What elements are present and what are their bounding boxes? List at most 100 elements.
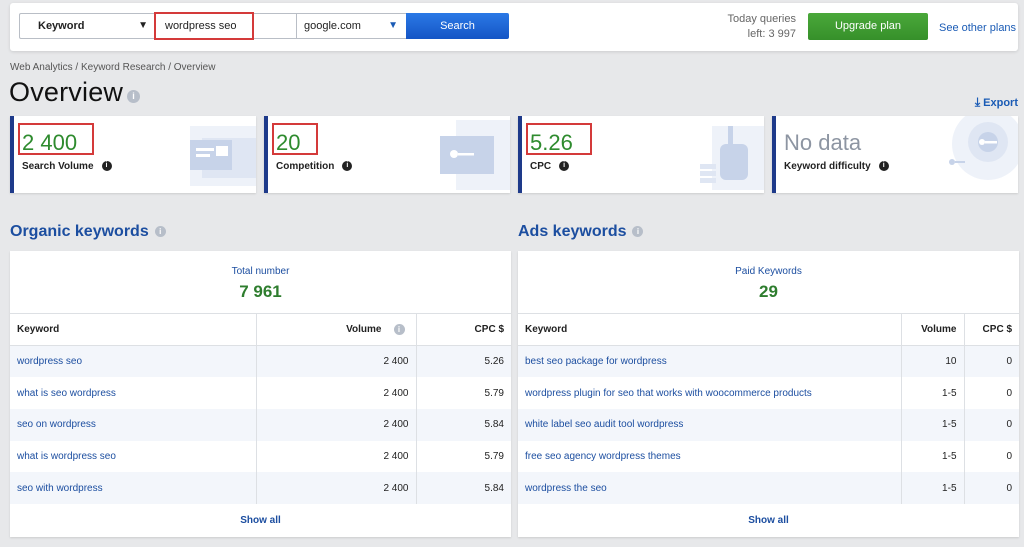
info-icon[interactable]: i [559, 161, 570, 172]
kpi-keyword-difficulty: No data Keyword difficulty i [772, 116, 1018, 193]
cpc-cell: 5.79 [415, 440, 511, 473]
table-row: wordpress seo 2 400 5.26 [10, 345, 511, 378]
table-row: seo with wordpress 2 400 5.84 [10, 472, 511, 504]
keyword-link[interactable]: best seo package for wordpress [518, 346, 901, 378]
info-icon[interactable]: i [878, 161, 889, 172]
cpc-cell: 0 [963, 408, 1019, 441]
keyword-link[interactable]: seo with wordpress [10, 472, 256, 504]
kpi-label-text: Search Volume [22, 161, 94, 172]
column-header-volume[interactable]: Volume i [255, 313, 416, 346]
cpc-cell: 5.79 [415, 377, 511, 409]
kpi-label: Competition i [276, 161, 353, 172]
info-icon[interactable]: i [101, 161, 112, 172]
kpi-label: Search Volume i [22, 161, 112, 172]
cpc-cell: 0 [963, 440, 1019, 473]
kpi-search-volume: 2 400 Search Volume i [10, 116, 256, 193]
table-row: what is seo wordpress 2 400 5.79 [10, 377, 511, 409]
keyword-link[interactable]: wordpress plugin for seo that works with… [518, 377, 901, 409]
search-type-label: Keyword [38, 20, 85, 32]
cpc-cell: 5.84 [415, 472, 511, 504]
search-input[interactable] [155, 13, 297, 39]
export-label: Export [983, 97, 1018, 109]
key-card-illustration-icon [440, 120, 510, 190]
show-all-link[interactable]: Show all [10, 515, 511, 526]
kpi-label-text: Competition [276, 161, 335, 172]
chevron-down-icon: ▼ [138, 20, 148, 31]
volume-header-text: Volume [346, 324, 382, 336]
highlight-box [18, 123, 94, 155]
keyword-link[interactable]: wordpress the seo [518, 472, 901, 504]
hand-coins-illustration-icon [700, 126, 764, 190]
kpi-label-text: CPC [530, 161, 552, 172]
column-header-cpc[interactable]: CPC $ [963, 313, 1019, 346]
volume-cell: 1-5 [900, 472, 964, 504]
total-number-label: Total number [231, 266, 290, 277]
show-all-link[interactable]: Show all [518, 515, 1019, 526]
download-icon: ⤓ [974, 95, 981, 109]
table-row: what is wordpress seo 2 400 5.79 [10, 440, 511, 473]
key-target-illustration-icon [949, 116, 1018, 180]
info-icon[interactable]: i [393, 323, 405, 335]
keyword-link[interactable]: seo on wordpress [10, 409, 256, 441]
chevron-down-icon: ▼ [388, 20, 398, 31]
column-header-cpc[interactable]: CPC $ [415, 313, 511, 346]
info-icon[interactable]: i [127, 90, 140, 103]
table-row: white label seo audit tool wordpress 1-5 0 [518, 408, 1019, 441]
info-icon[interactable]: i [632, 226, 644, 238]
page-title: Overview [9, 77, 124, 107]
queries-remaining: Today queries left: 3 997 [728, 12, 797, 42]
volume-cell: 2 400 [255, 345, 416, 378]
table-row: wordpress plugin for seo that works with… [518, 377, 1019, 409]
volume-cell: 1-5 [900, 408, 964, 441]
volume-cell: 2 400 [255, 472, 416, 504]
column-header-keyword[interactable]: Keyword [10, 313, 256, 346]
export-button[interactable]: ⤓ Export [975, 95, 1018, 110]
ads-title-text: Ads keywords [518, 223, 627, 240]
cpc-cell: 0 [963, 377, 1019, 409]
ads-keywords-panel: Paid Keywords 29 Keyword Volume CPC $ be… [518, 251, 1019, 537]
table-row: free seo agency wordpress themes 1-5 0 [518, 440, 1019, 473]
ads-keywords-title: Ads keywords i [518, 223, 644, 241]
kpi-cpc: 5.26 CPC i [518, 116, 764, 193]
volume-cell: 1-5 [900, 440, 964, 473]
see-other-plans-link[interactable]: See other plans [939, 22, 1016, 34]
info-icon[interactable]: i [342, 161, 353, 172]
cpc-cell: 5.84 [415, 408, 511, 441]
table-row: wordpress the seo 1-5 0 [518, 472, 1019, 504]
volume-cell: 10 [900, 345, 964, 378]
kpi-label: CPC i [530, 161, 570, 172]
upgrade-plan-button[interactable]: Upgrade plan [808, 13, 928, 40]
volume-cell: 1-5 [900, 377, 964, 409]
search-engine-label: google.com [304, 20, 361, 32]
paid-keywords-value: 29 [759, 282, 778, 301]
paid-keywords-label: Paid Keywords [735, 266, 802, 277]
keyword-link[interactable]: what is seo wordpress [10, 377, 256, 409]
organic-title-text: Organic keywords [10, 223, 149, 240]
organic-keywords-title: Organic keywords i [10, 223, 166, 241]
keyword-link[interactable]: wordpress seo [10, 346, 256, 378]
volume-cell: 2 400 [255, 408, 416, 441]
search-type-select[interactable]: Keyword ▼ [19, 13, 155, 39]
keyword-link[interactable]: what is wordpress seo [10, 441, 256, 473]
breadcrumb: Web Analytics / Keyword Research / Overv… [10, 62, 216, 73]
search-button[interactable]: Search [406, 13, 509, 39]
organic-keywords-panel: Total number 7 961 Keyword Volume i CPC $… [10, 251, 511, 537]
keyword-link[interactable]: white label seo audit tool wordpress [518, 409, 901, 441]
queries-count: left: 3 997 [747, 28, 796, 40]
keyword-link[interactable]: free seo agency wordpress themes [518, 441, 901, 473]
column-header-volume[interactable]: Volume [900, 313, 964, 346]
top-search-bar: Keyword ▼ google.com ▼ Search Today quer… [10, 3, 1018, 51]
kpi-value: No data [784, 130, 862, 155]
queries-label: Today queries [727, 13, 797, 25]
kpi-label-text: Keyword difficulty [784, 161, 871, 172]
total-number-value: 7 961 [239, 282, 282, 301]
table-row: seo on wordpress 2 400 5.84 [10, 408, 511, 441]
volume-cell: 2 400 [255, 440, 416, 473]
kpi-competition: 20 Competition i [264, 116, 510, 193]
column-header-keyword[interactable]: Keyword [518, 313, 901, 346]
info-icon[interactable]: i [154, 226, 166, 238]
organic-keywords-table: Keyword Volume i CPC $ wordpress seo 2 400… [10, 313, 511, 504]
table-row: best seo package for wordpress 10 0 [518, 345, 1019, 378]
highlight-box [272, 123, 318, 155]
search-engine-select[interactable]: google.com ▼ [296, 13, 407, 39]
